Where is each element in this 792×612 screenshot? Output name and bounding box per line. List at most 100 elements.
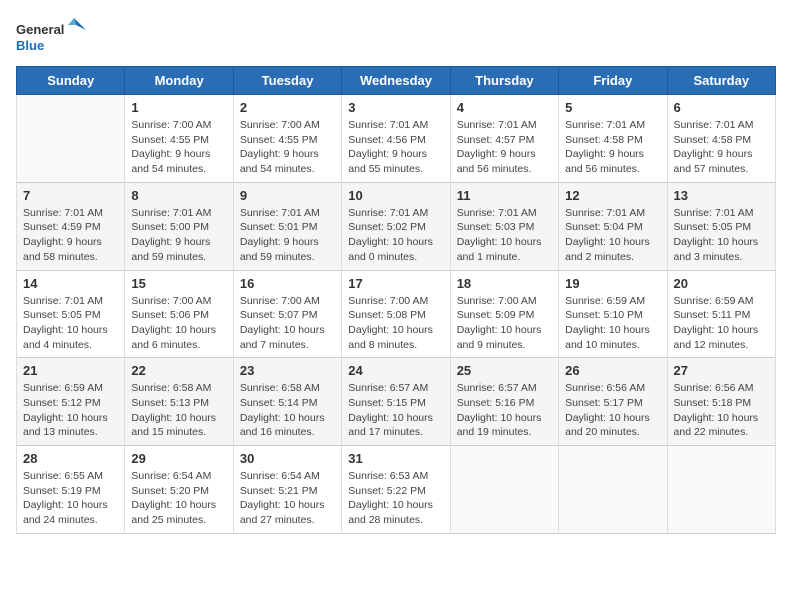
day-info: Sunrise: 7:01 AMSunset: 4:57 PMDaylight:… (457, 118, 552, 177)
day-number: 5 (565, 100, 660, 115)
calendar-cell: 11 Sunrise: 7:01 AMSunset: 5:03 PMDayligh… (450, 182, 558, 270)
day-number: 7 (23, 188, 118, 203)
calendar-week-row: 21 Sunrise: 6:59 AMSunset: 5:12 PMDayligh… (17, 358, 776, 446)
day-number: 21 (23, 363, 118, 378)
day-number: 19 (565, 276, 660, 291)
day-number: 1 (131, 100, 226, 115)
day-number: 17 (348, 276, 443, 291)
day-info: Sunrise: 6:57 AMSunset: 5:15 PMDaylight:… (348, 381, 443, 440)
day-number: 23 (240, 363, 335, 378)
calendar-cell: 18Sunrise: 7:00 AMSunset: 5:09 PMDayligh… (450, 270, 558, 358)
calendar-week-row: 1 Sunrise: 7:00 AMSunset: 4:55 PMDaylight… (17, 95, 776, 183)
calendar-cell: 27 Sunrise: 6:56 AMSunset: 5:18 PMDayligh… (667, 358, 775, 446)
calendar-cell: 15Sunrise: 7:00 AMSunset: 5:06 PMDayligh… (125, 270, 233, 358)
day-info: Sunrise: 6:59 AMSunset: 5:11 PMDaylight:… (674, 294, 769, 353)
calendar-cell: 4Sunrise: 7:01 AMSunset: 4:57 PMDaylight… (450, 95, 558, 183)
day-number: 16 (240, 276, 335, 291)
day-info: Sunrise: 7:01 AMSunset: 5:04 PMDaylight:… (565, 206, 660, 265)
day-info: Sunrise: 7:01 AMSunset: 5:00 PMDaylight:… (131, 206, 226, 265)
day-info: Sunrise: 6:54 AMSunset: 5:20 PMDaylight:… (131, 469, 226, 528)
day-number: 13 (674, 188, 769, 203)
day-info: Sunrise: 7:01 AMSunset: 4:56 PMDaylight:… (348, 118, 443, 177)
day-info: Sunrise: 6:59 AMSunset: 5:10 PMDaylight:… (565, 294, 660, 353)
day-info: Sunrise: 7:01 AMSunset: 5:03 PMDaylight:… (457, 206, 552, 265)
calendar-week-row: 28 Sunrise: 6:55 AMSunset: 5:19 PMDayligh… (17, 446, 776, 534)
calendar-cell: 25Sunrise: 6:57 AMSunset: 5:16 PMDayligh… (450, 358, 558, 446)
svg-text:Blue: Blue (16, 38, 44, 53)
day-info: Sunrise: 6:59 AMSunset: 5:12 PMDaylight:… (23, 381, 118, 440)
logo-svg: General Blue (16, 16, 86, 56)
calendar-cell: 2 Sunrise: 7:00 AMSunset: 4:55 PMDaylight… (233, 95, 341, 183)
day-number: 3 (348, 100, 443, 115)
header: General Blue (16, 16, 776, 56)
day-number: 6 (674, 100, 769, 115)
day-info: Sunrise: 7:00 AMSunset: 4:55 PMDaylight:… (131, 118, 226, 177)
day-info: Sunrise: 6:58 AMSunset: 5:14 PMDaylight:… (240, 381, 335, 440)
weekday-header-friday: Friday (559, 67, 667, 95)
svg-text:General: General (16, 22, 64, 37)
day-number: 2 (240, 100, 335, 115)
calendar-cell (667, 446, 775, 534)
calendar-cell: 24 Sunrise: 6:57 AMSunset: 5:15 PMDayligh… (342, 358, 450, 446)
weekday-header-thursday: Thursday (450, 67, 558, 95)
day-number: 8 (131, 188, 226, 203)
day-number: 29 (131, 451, 226, 466)
day-number: 18 (457, 276, 552, 291)
day-number: 15 (131, 276, 226, 291)
day-info: Sunrise: 6:58 AMSunset: 5:13 PMDaylight:… (131, 381, 226, 440)
calendar-cell: 14Sunrise: 7:01 AMSunset: 5:05 PMDayligh… (17, 270, 125, 358)
calendar-cell: 5 Sunrise: 7:01 AMSunset: 4:58 PMDaylight… (559, 95, 667, 183)
calendar-table: SundayMondayTuesdayWednesdayThursdayFrid… (16, 66, 776, 534)
calendar-cell: 20 Sunrise: 6:59 AMSunset: 5:11 PMDayligh… (667, 270, 775, 358)
day-info: Sunrise: 6:55 AMSunset: 5:19 PMDaylight:… (23, 469, 118, 528)
calendar-cell: 19 Sunrise: 6:59 AMSunset: 5:10 PMDayligh… (559, 270, 667, 358)
calendar-cell: 31 Sunrise: 6:53 AMSunset: 5:22 PMDayligh… (342, 446, 450, 534)
day-number: 31 (348, 451, 443, 466)
day-number: 28 (23, 451, 118, 466)
calendar-cell: 29 Sunrise: 6:54 AMSunset: 5:20 PMDayligh… (125, 446, 233, 534)
calendar-cell: 17 Sunrise: 7:00 AMSunset: 5:08 PMDayligh… (342, 270, 450, 358)
day-number: 12 (565, 188, 660, 203)
calendar-week-row: 14Sunrise: 7:01 AMSunset: 5:05 PMDayligh… (17, 270, 776, 358)
day-info: Sunrise: 6:56 AMSunset: 5:18 PMDaylight:… (674, 381, 769, 440)
day-number: 27 (674, 363, 769, 378)
calendar-cell: 1 Sunrise: 7:00 AMSunset: 4:55 PMDaylight… (125, 95, 233, 183)
calendar-cell: 3 Sunrise: 7:01 AMSunset: 4:56 PMDaylight… (342, 95, 450, 183)
calendar-cell (17, 95, 125, 183)
calendar-cell: 12 Sunrise: 7:01 AMSunset: 5:04 PMDayligh… (559, 182, 667, 270)
day-number: 10 (348, 188, 443, 203)
day-info: Sunrise: 7:01 AMSunset: 5:05 PMDaylight:… (674, 206, 769, 265)
day-info: Sunrise: 7:00 AMSunset: 5:08 PMDaylight:… (348, 294, 443, 353)
calendar-cell: 6Sunrise: 7:01 AMSunset: 4:58 PMDaylight… (667, 95, 775, 183)
day-info: Sunrise: 7:00 AMSunset: 4:55 PMDaylight:… (240, 118, 335, 177)
day-number: 30 (240, 451, 335, 466)
calendar-cell: 26Sunrise: 6:56 AMSunset: 5:17 PMDayligh… (559, 358, 667, 446)
weekday-header-monday: Monday (125, 67, 233, 95)
day-info: Sunrise: 6:54 AMSunset: 5:21 PMDaylight:… (240, 469, 335, 528)
calendar-cell: 22 Sunrise: 6:58 AMSunset: 5:13 PMDayligh… (125, 358, 233, 446)
day-number: 24 (348, 363, 443, 378)
day-info: Sunrise: 6:53 AMSunset: 5:22 PMDaylight:… (348, 469, 443, 528)
day-number: 22 (131, 363, 226, 378)
calendar-cell: 13 Sunrise: 7:01 AMSunset: 5:05 PMDayligh… (667, 182, 775, 270)
day-number: 11 (457, 188, 552, 203)
calendar-week-row: 7 Sunrise: 7:01 AMSunset: 4:59 PMDaylight… (17, 182, 776, 270)
calendar-cell: 9 Sunrise: 7:01 AMSunset: 5:01 PMDaylight… (233, 182, 341, 270)
day-info: Sunrise: 7:01 AMSunset: 5:01 PMDaylight:… (240, 206, 335, 265)
weekday-header-tuesday: Tuesday (233, 67, 341, 95)
calendar-cell: 30 Sunrise: 6:54 AMSunset: 5:21 PMDayligh… (233, 446, 341, 534)
day-info: Sunrise: 7:01 AMSunset: 5:02 PMDaylight:… (348, 206, 443, 265)
day-info: Sunrise: 7:00 AMSunset: 5:07 PMDaylight:… (240, 294, 335, 353)
weekday-header-saturday: Saturday (667, 67, 775, 95)
day-number: 20 (674, 276, 769, 291)
day-info: Sunrise: 7:01 AMSunset: 4:58 PMDaylight:… (565, 118, 660, 177)
day-number: 9 (240, 188, 335, 203)
day-info: Sunrise: 7:01 AMSunset: 4:59 PMDaylight:… (23, 206, 118, 265)
day-info: Sunrise: 6:56 AMSunset: 5:17 PMDaylight:… (565, 381, 660, 440)
calendar-cell: 21 Sunrise: 6:59 AMSunset: 5:12 PMDayligh… (17, 358, 125, 446)
day-info: Sunrise: 6:57 AMSunset: 5:16 PMDaylight:… (457, 381, 552, 440)
calendar-cell (559, 446, 667, 534)
day-number: 14 (23, 276, 118, 291)
weekday-header-row: SundayMondayTuesdayWednesdayThursdayFrid… (17, 67, 776, 95)
calendar-cell: 10 Sunrise: 7:01 AMSunset: 5:02 PMDayligh… (342, 182, 450, 270)
